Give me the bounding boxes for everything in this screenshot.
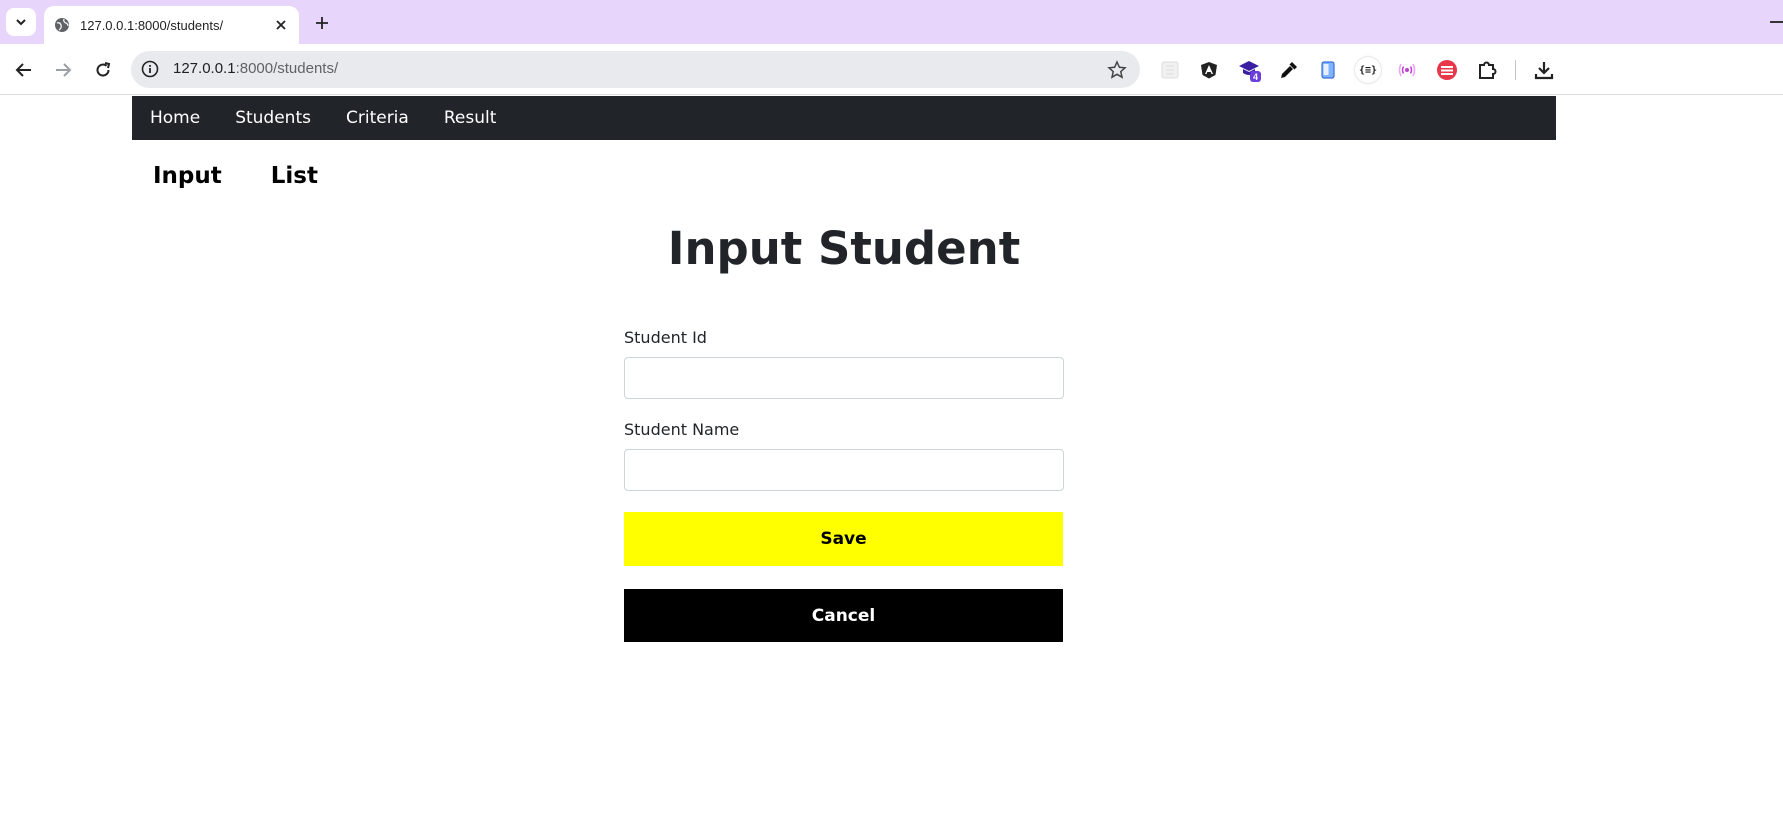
red-circle-ext-icon[interactable] xyxy=(1435,58,1459,82)
toolbar-separator xyxy=(1515,60,1516,80)
student-name-input[interactable] xyxy=(624,449,1064,491)
main-navbar: Home Students Criteria Result xyxy=(132,96,1556,140)
nav-home-link[interactable]: Home xyxy=(150,108,200,128)
eyedropper-ext-icon[interactable] xyxy=(1277,58,1301,82)
student-id-label: Student Id xyxy=(624,328,707,347)
subnav-list-link[interactable]: List xyxy=(271,163,318,189)
reload-icon xyxy=(96,62,111,77)
back-button[interactable] xyxy=(10,56,38,84)
radio-ext-icon[interactable] xyxy=(1395,58,1419,82)
chevron-down-icon xyxy=(16,19,26,26)
bookmark-star-icon[interactable] xyxy=(1106,59,1128,81)
graduation-cap-ext-icon[interactable]: 4 xyxy=(1238,58,1262,82)
puzzle-ext-icon[interactable] xyxy=(1475,58,1499,82)
save-button[interactable]: Save xyxy=(624,512,1063,566)
student-form: Student Id Student Name Save Cancel xyxy=(624,328,1064,642)
tab-search-button[interactable] xyxy=(6,8,36,36)
subnav-input-link[interactable]: Input xyxy=(153,163,222,189)
reload-button[interactable] xyxy=(89,56,117,84)
svg-text:4: 4 xyxy=(1253,72,1258,82)
arrow-left-icon xyxy=(15,63,31,77)
forward-button[interactable] xyxy=(49,56,77,84)
nav-criteria-link[interactable]: Criteria xyxy=(346,108,409,128)
student-name-label: Student Name xyxy=(624,420,740,439)
address-bar[interactable]: 127.0.0.1:8000/students/ xyxy=(131,51,1140,88)
url-text: 127.0.0.1:8000/students/ xyxy=(173,60,339,77)
browser-toolbar: 127.0.0.1:8000/students/ 4 {≡} xyxy=(0,44,1783,95)
new-tab-button[interactable] xyxy=(309,10,335,36)
site-info-icon[interactable] xyxy=(139,58,161,80)
minimize-button[interactable] xyxy=(1770,21,1783,23)
tab-title: 127.0.0.1:8000/students/ xyxy=(80,17,224,33)
cancel-button[interactable]: Cancel xyxy=(624,589,1063,642)
nav-result-link[interactable]: Result xyxy=(444,108,497,128)
angular-ext-icon[interactable] xyxy=(1197,58,1221,82)
nav-students-link[interactable]: Students xyxy=(235,108,311,128)
sub-navigation: Input List xyxy=(153,163,367,189)
page-title: Input Student xyxy=(667,222,1021,275)
grid-ext-icon[interactable] xyxy=(1158,58,1182,82)
globe-icon xyxy=(54,17,70,33)
plus-icon xyxy=(316,17,328,29)
json-ext-icon[interactable]: {≡} xyxy=(1355,57,1381,83)
arrow-right-icon xyxy=(56,63,72,77)
tab-strip: 127.0.0.1:8000/students/ xyxy=(0,0,1783,44)
phone-ext-icon[interactable] xyxy=(1316,58,1340,82)
student-id-input[interactable] xyxy=(624,357,1064,399)
close-icon[interactable] xyxy=(271,15,291,35)
download-icon[interactable] xyxy=(1532,58,1556,82)
browser-tab[interactable]: 127.0.0.1:8000/students/ xyxy=(44,6,299,44)
